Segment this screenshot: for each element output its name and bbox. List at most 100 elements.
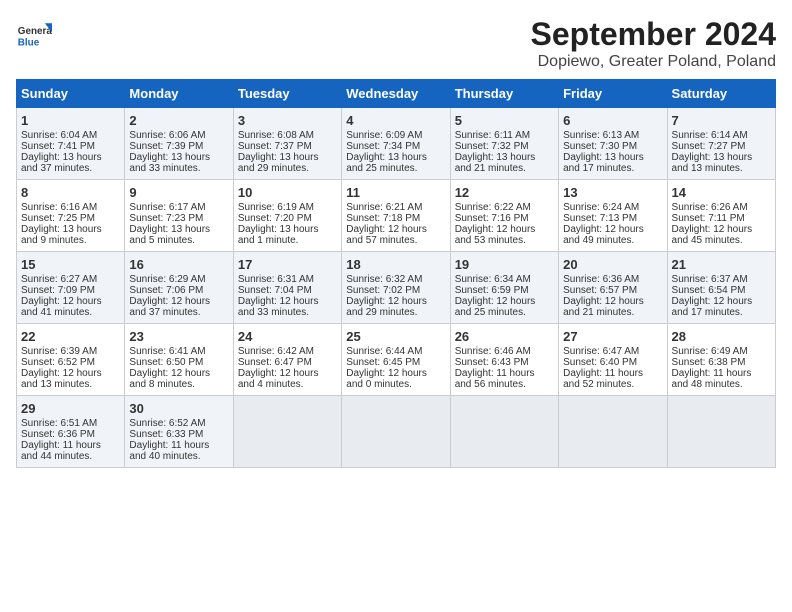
day-number: 10 — [238, 185, 337, 200]
day-info-line: and 49 minutes. — [563, 235, 662, 246]
svg-text:General: General — [18, 26, 52, 37]
calendar-subtitle: Dopiewo, Greater Poland, Poland — [531, 53, 776, 71]
day-info-line: and 8 minutes. — [129, 379, 228, 390]
day-info-line: Daylight: 13 hours — [563, 152, 662, 163]
calendar-cell: 25Sunrise: 6:44 AMSunset: 6:45 PMDayligh… — [342, 324, 450, 396]
day-number: 21 — [672, 257, 771, 272]
day-number: 19 — [455, 257, 554, 272]
day-info-line: and 41 minutes. — [21, 307, 120, 318]
day-info-line: Sunset: 7:32 PM — [455, 141, 554, 152]
calendar-cell: 14Sunrise: 6:26 AMSunset: 7:11 PMDayligh… — [667, 180, 775, 252]
day-info-line: Sunrise: 6:51 AM — [21, 418, 120, 429]
day-info-line: Daylight: 13 hours — [672, 152, 771, 163]
day-number: 7 — [672, 113, 771, 128]
calendar-table: SundayMondayTuesdayWednesdayThursdayFrid… — [16, 79, 776, 468]
day-info-line: Sunset: 7:41 PM — [21, 141, 120, 152]
day-info-line: and 37 minutes. — [129, 307, 228, 318]
calendar-title: September 2024 — [531, 16, 776, 53]
logo: General Blue — [16, 16, 52, 52]
day-number: 17 — [238, 257, 337, 272]
day-number: 28 — [672, 329, 771, 344]
calendar-cell: 22Sunrise: 6:39 AMSunset: 6:52 PMDayligh… — [17, 324, 125, 396]
calendar-cell: 8Sunrise: 6:16 AMSunset: 7:25 PMDaylight… — [17, 180, 125, 252]
calendar-cell: 5Sunrise: 6:11 AMSunset: 7:32 PMDaylight… — [450, 108, 558, 180]
calendar-cell: 27Sunrise: 6:47 AMSunset: 6:40 PMDayligh… — [559, 324, 667, 396]
day-info-line: Daylight: 12 hours — [455, 224, 554, 235]
day-info-line: and 0 minutes. — [346, 379, 445, 390]
calendar-week-row: 29Sunrise: 6:51 AMSunset: 6:36 PMDayligh… — [17, 396, 776, 468]
day-info-line: Sunrise: 6:04 AM — [21, 130, 120, 141]
day-info-line: Daylight: 13 hours — [455, 152, 554, 163]
calendar-cell: 18Sunrise: 6:32 AMSunset: 7:02 PMDayligh… — [342, 252, 450, 324]
day-number: 1 — [21, 113, 120, 128]
calendar-cell: 7Sunrise: 6:14 AMSunset: 7:27 PMDaylight… — [667, 108, 775, 180]
calendar-cell: 15Sunrise: 6:27 AMSunset: 7:09 PMDayligh… — [17, 252, 125, 324]
day-info-line: and 25 minutes. — [346, 163, 445, 174]
day-info-line: Sunrise: 6:16 AM — [21, 202, 120, 213]
day-info-line: Daylight: 12 hours — [455, 296, 554, 307]
day-info-line: and 5 minutes. — [129, 235, 228, 246]
day-info-line: and 45 minutes. — [672, 235, 771, 246]
day-number: 15 — [21, 257, 120, 272]
day-info-line: Daylight: 13 hours — [238, 224, 337, 235]
day-info-line: Sunset: 6:50 PM — [129, 357, 228, 368]
day-info-line: Sunset: 7:02 PM — [346, 285, 445, 296]
day-info-line: Daylight: 11 hours — [455, 368, 554, 379]
day-info-line: and 4 minutes. — [238, 379, 337, 390]
day-info-line: Sunrise: 6:11 AM — [455, 130, 554, 141]
day-number: 24 — [238, 329, 337, 344]
calendar-cell — [559, 396, 667, 468]
weekday-header-sunday: Sunday — [17, 80, 125, 108]
calendar-cell: 26Sunrise: 6:46 AMSunset: 6:43 PMDayligh… — [450, 324, 558, 396]
calendar-cell: 20Sunrise: 6:36 AMSunset: 6:57 PMDayligh… — [559, 252, 667, 324]
day-info-line: and 33 minutes. — [238, 307, 337, 318]
day-info-line: Sunset: 7:30 PM — [563, 141, 662, 152]
day-info-line: and 25 minutes. — [455, 307, 554, 318]
calendar-cell: 21Sunrise: 6:37 AMSunset: 6:54 PMDayligh… — [667, 252, 775, 324]
day-info-line: and 53 minutes. — [455, 235, 554, 246]
weekday-header-tuesday: Tuesday — [233, 80, 341, 108]
day-info-line: Sunset: 7:27 PM — [672, 141, 771, 152]
day-info-line: Sunset: 7:39 PM — [129, 141, 228, 152]
day-info-line: Daylight: 12 hours — [672, 224, 771, 235]
day-info-line: and 21 minutes. — [455, 163, 554, 174]
day-info-line: Daylight: 12 hours — [346, 368, 445, 379]
day-info-line: Sunrise: 6:19 AM — [238, 202, 337, 213]
day-info-line: Sunrise: 6:42 AM — [238, 346, 337, 357]
logo-icon: General Blue — [16, 16, 52, 52]
day-info-line: Sunrise: 6:52 AM — [129, 418, 228, 429]
day-number: 8 — [21, 185, 120, 200]
day-info-line: Daylight: 13 hours — [129, 224, 228, 235]
day-info-line: and 33 minutes. — [129, 163, 228, 174]
day-number: 2 — [129, 113, 228, 128]
day-info-line: Sunset: 7:23 PM — [129, 213, 228, 224]
day-info-line: Sunset: 6:45 PM — [346, 357, 445, 368]
day-number: 23 — [129, 329, 228, 344]
day-info-line: and 17 minutes. — [672, 307, 771, 318]
day-info-line: Daylight: 13 hours — [21, 224, 120, 235]
calendar-cell: 3Sunrise: 6:08 AMSunset: 7:37 PMDaylight… — [233, 108, 341, 180]
calendar-cell: 24Sunrise: 6:42 AMSunset: 6:47 PMDayligh… — [233, 324, 341, 396]
day-info-line: and 29 minutes. — [346, 307, 445, 318]
day-number: 25 — [346, 329, 445, 344]
day-info-line: Sunrise: 6:06 AM — [129, 130, 228, 141]
calendar-cell — [450, 396, 558, 468]
day-info-line: Sunset: 7:13 PM — [563, 213, 662, 224]
day-info-line: and 40 minutes. — [129, 451, 228, 462]
day-number: 3 — [238, 113, 337, 128]
day-number: 9 — [129, 185, 228, 200]
title-block: September 2024 Dopiewo, Greater Poland, … — [531, 16, 776, 71]
day-info-line: and 1 minute. — [238, 235, 337, 246]
day-info-line: Sunrise: 6:13 AM — [563, 130, 662, 141]
day-info-line: Sunset: 6:36 PM — [21, 429, 120, 440]
day-number: 18 — [346, 257, 445, 272]
svg-text:Blue: Blue — [18, 38, 40, 49]
day-info-line: Daylight: 13 hours — [346, 152, 445, 163]
weekday-header-friday: Friday — [559, 80, 667, 108]
weekday-header-row: SundayMondayTuesdayWednesdayThursdayFrid… — [17, 80, 776, 108]
day-number: 13 — [563, 185, 662, 200]
day-info-line: Sunrise: 6:31 AM — [238, 274, 337, 285]
calendar-cell — [233, 396, 341, 468]
day-info-line: Sunrise: 6:27 AM — [21, 274, 120, 285]
day-info-line: and 48 minutes. — [672, 379, 771, 390]
